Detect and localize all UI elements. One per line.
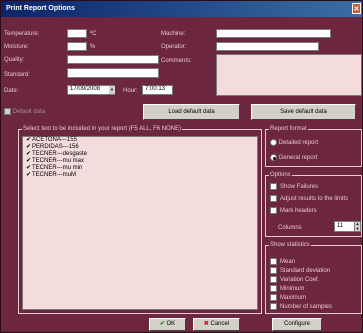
text-list-item[interactable]: ✔TECNER---desgaste <box>23 151 257 158</box>
options-title: Options <box>269 171 292 179</box>
default-data-checkbox[interactable]: Default data <box>4 108 45 116</box>
moisture-unit: % <box>90 44 96 50</box>
text-selection-list[interactable]: ✔ACETONA---155 ✔PERDIDAS---156 ✔TECNER---d… <box>22 136 258 310</box>
comments-label: Comments: <box>161 58 192 64</box>
moisture-field[interactable] <box>67 42 87 51</box>
text-list-item-label: PERDIDAS---156 <box>32 144 79 150</box>
adjust-results-box[interactable] <box>270 195 277 202</box>
print-report-options-dialog: Print Report Options ✕ Temperature: ºC M… <box>0 0 363 333</box>
text-selection-group: Select text to be included in your repor… <box>18 125 262 314</box>
temperature-unit: ºC <box>90 31 97 37</box>
hour-field[interactable]: 7:00:13 <box>142 85 173 95</box>
text-list-item-label: ACETONA---155 <box>32 137 77 143</box>
statistics-checkbox-label: Mean <box>280 259 296 266</box>
mark-headers-label: Mark headers <box>280 208 317 215</box>
show-failures-checkbox[interactable]: Show Failures <box>270 183 318 192</box>
date-dropdown-icon[interactable]: ▼ <box>109 86 115 94</box>
comments-field[interactable] <box>216 54 362 96</box>
statistics-title: Show statistics <box>269 241 311 249</box>
standard-field[interactable] <box>67 68 159 78</box>
general-report-radio-dot[interactable] <box>270 154 277 161</box>
general-report-label: General report <box>278 155 318 162</box>
cancel-label: Cancel <box>210 321 230 327</box>
ok-button[interactable]: ✔ OK <box>149 318 186 331</box>
statistics-checkbox-label: Maximum <box>280 295 307 302</box>
temperature-label: Temperature: <box>4 31 40 37</box>
text-list-item-label: TECNER---mu min <box>32 165 83 171</box>
date-field[interactable]: 17/09/2008 <box>67 85 115 95</box>
title-bar: Print Report Options ✕ <box>1 1 362 17</box>
quality-label: Quality: <box>4 57 25 63</box>
text-list-item-label: TECNER---muM <box>32 172 76 178</box>
configure-button[interactable]: Configure <box>272 318 322 331</box>
columns-value: 11 <box>337 223 344 229</box>
statistics-checkbox[interactable]: Variation Coef. <box>270 276 319 285</box>
statistics-checkbox-box[interactable] <box>270 267 277 274</box>
window-title: Print Report Options <box>6 5 75 12</box>
moisture-label: Moisture: <box>4 44 29 50</box>
statistics-checkbox[interactable]: Number of samples <box>270 303 332 312</box>
machine-field[interactable] <box>216 29 331 38</box>
save-default-data-button[interactable]: Save default data <box>251 104 356 120</box>
default-data-label: Default data <box>12 109 46 116</box>
operator-label: Operator: <box>161 44 187 50</box>
statistics-checkbox-box[interactable] <box>270 285 277 292</box>
mark-headers-checkbox[interactable]: Mark headers <box>270 207 317 216</box>
hour-label: Hour: <box>123 88 138 94</box>
statistics-checkbox-label: Variation Coef. <box>280 277 320 284</box>
statistics-checkbox[interactable]: Minimum <box>270 285 304 294</box>
standard-label: Standard: <box>4 72 31 78</box>
text-list-item[interactable]: ✔ACETONA---155 <box>23 137 257 144</box>
operator-field[interactable] <box>216 42 319 51</box>
machine-label: Machine: <box>161 31 186 37</box>
adjust-results-checkbox[interactable]: Adjust results to the limits <box>270 195 348 204</box>
statistics-checkbox-box[interactable] <box>270 303 277 310</box>
show-failures-label: Show Failures <box>280 184 319 191</box>
temperature-field[interactable] <box>67 29 87 38</box>
hour-value: 7:00:13 <box>145 86 166 92</box>
report-format-title: Report format <box>269 125 308 133</box>
load-default-data-button[interactable]: Load default data <box>143 104 240 120</box>
text-list-item-label: TECNER---mu max <box>32 158 84 164</box>
options-group: Options Show Failures Adjust results to … <box>265 171 362 237</box>
cancel-button[interactable]: ✖ Cancel <box>193 318 240 331</box>
text-selection-title: Select text to be included in your repor… <box>22 125 183 133</box>
ok-label: OK <box>166 321 176 327</box>
mark-headers-box[interactable] <box>270 207 277 214</box>
detailed-report-radio[interactable]: Detailed report <box>270 139 318 148</box>
quality-field[interactable] <box>67 55 159 64</box>
text-list-item[interactable]: ✔TECNER---mu min <box>23 165 257 172</box>
text-list-item[interactable]: ✔PERDIDAS---156 <box>23 144 257 151</box>
cancel-x-icon: ✖ <box>203 321 209 327</box>
statistics-checkbox[interactable]: Maximum <box>270 294 306 303</box>
statistics-checkbox[interactable]: Standard deviation <box>270 267 330 276</box>
spinner-arrows-icon[interactable]: ▲ ▼ <box>354 221 360 231</box>
detailed-report-label: Detailed report <box>278 140 319 147</box>
text-list-item[interactable]: ✔TECNER---muM <box>23 172 257 179</box>
columns-spinner[interactable]: 11 ▲ ▼ <box>334 221 361 232</box>
adjust-results-label: Adjust results to the limits <box>280 196 349 203</box>
date-value: 17/09/2008 <box>70 86 101 92</box>
columns-label: Columns <box>278 225 302 231</box>
statistics-checkbox-box[interactable] <box>270 258 277 265</box>
text-list-item-label: TECNER---desgaste <box>32 151 88 157</box>
text-list-item[interactable]: ✔TECNER---mu max <box>23 158 257 165</box>
show-failures-box[interactable] <box>270 183 277 190</box>
default-data-checkbox-box[interactable] <box>4 108 11 115</box>
general-report-radio[interactable]: General report <box>270 154 317 163</box>
report-format-group: Report format Detailed report General re… <box>265 125 362 167</box>
statistics-checkbox-label: Minimum <box>280 286 305 293</box>
statistics-checkbox-box[interactable] <box>270 294 277 301</box>
statistics-checkbox-box[interactable] <box>270 276 277 283</box>
detailed-report-radio-dot[interactable] <box>270 139 277 146</box>
statistics-checkbox[interactable]: Mean <box>270 258 295 267</box>
date-label: Date: <box>4 88 19 94</box>
statistics-group: Show statistics Mean Standard deviation Va… <box>265 241 362 314</box>
statistics-checkbox-label: Standard deviation <box>280 268 331 275</box>
statistics-checkbox-label: Number of samples <box>280 304 333 311</box>
check-icon: ✔ <box>159 321 165 327</box>
close-icon[interactable]: ✕ <box>352 3 361 14</box>
